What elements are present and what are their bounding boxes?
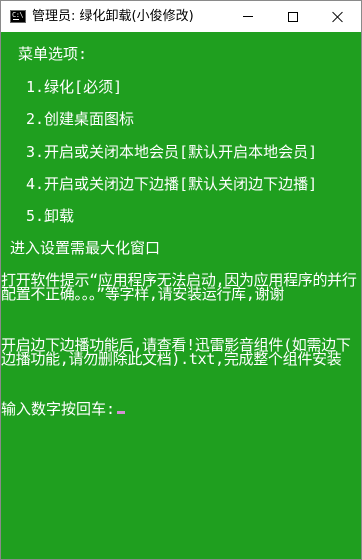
- menu-item-5: 5.卸载: [26, 207, 75, 225]
- menu-item-4: 4.开启或关闭边下边播[默认关闭边下边播]: [26, 175, 318, 193]
- menu-item-3: 3.开启或关闭本地会员[默认开启本地会员]: [26, 143, 318, 161]
- title-bar[interactable]: C:\ 管理员: 绿化卸载(小俊修改): [1, 1, 361, 32]
- streaming-note: 开启边下边播功能后,请查看!迅雷影音组件(如需边下边播功能,请勿删除此文档).t…: [1, 336, 351, 368]
- close-icon: [332, 11, 344, 23]
- maximize-button[interactable]: [270, 1, 316, 32]
- close-button[interactable]: [315, 1, 361, 32]
- input-prompt: 输入数字按回车:: [1, 400, 126, 418]
- text-cursor: [117, 411, 126, 414]
- menu-header: 菜单选项:: [9, 45, 88, 63]
- maximize-icon: [288, 11, 298, 22]
- console-output[interactable]: 菜单选项: 1.绿化[必须] 2.创建桌面图标 3.开启或关闭本地会员[默认开启…: [1, 32, 361, 559]
- prompt-text: 输入数字按回车:: [1, 400, 116, 418]
- minimize-icon: [243, 16, 253, 17]
- menu-item-2: 2.创建桌面图标: [26, 110, 135, 128]
- console-window: C:\ 管理员: 绿化卸载(小俊修改) 菜单选项: 1.绿化[必须] 2.创建桌…: [0, 0, 362, 560]
- window-title: 管理员: 绿化卸载(小俊修改): [32, 9, 194, 24]
- menu-item-1: 1.绿化[必须]: [26, 78, 123, 96]
- maximize-hint: 进入设置需最大化窗口: [10, 239, 161, 257]
- console-app-icon[interactable]: C:\: [10, 10, 26, 23]
- minimize-button[interactable]: [225, 1, 271, 32]
- runtime-note: 打开软件提示“应用程序无法启动,因为应用程序的并行配置不正确。。。”等字样,请安…: [1, 271, 357, 303]
